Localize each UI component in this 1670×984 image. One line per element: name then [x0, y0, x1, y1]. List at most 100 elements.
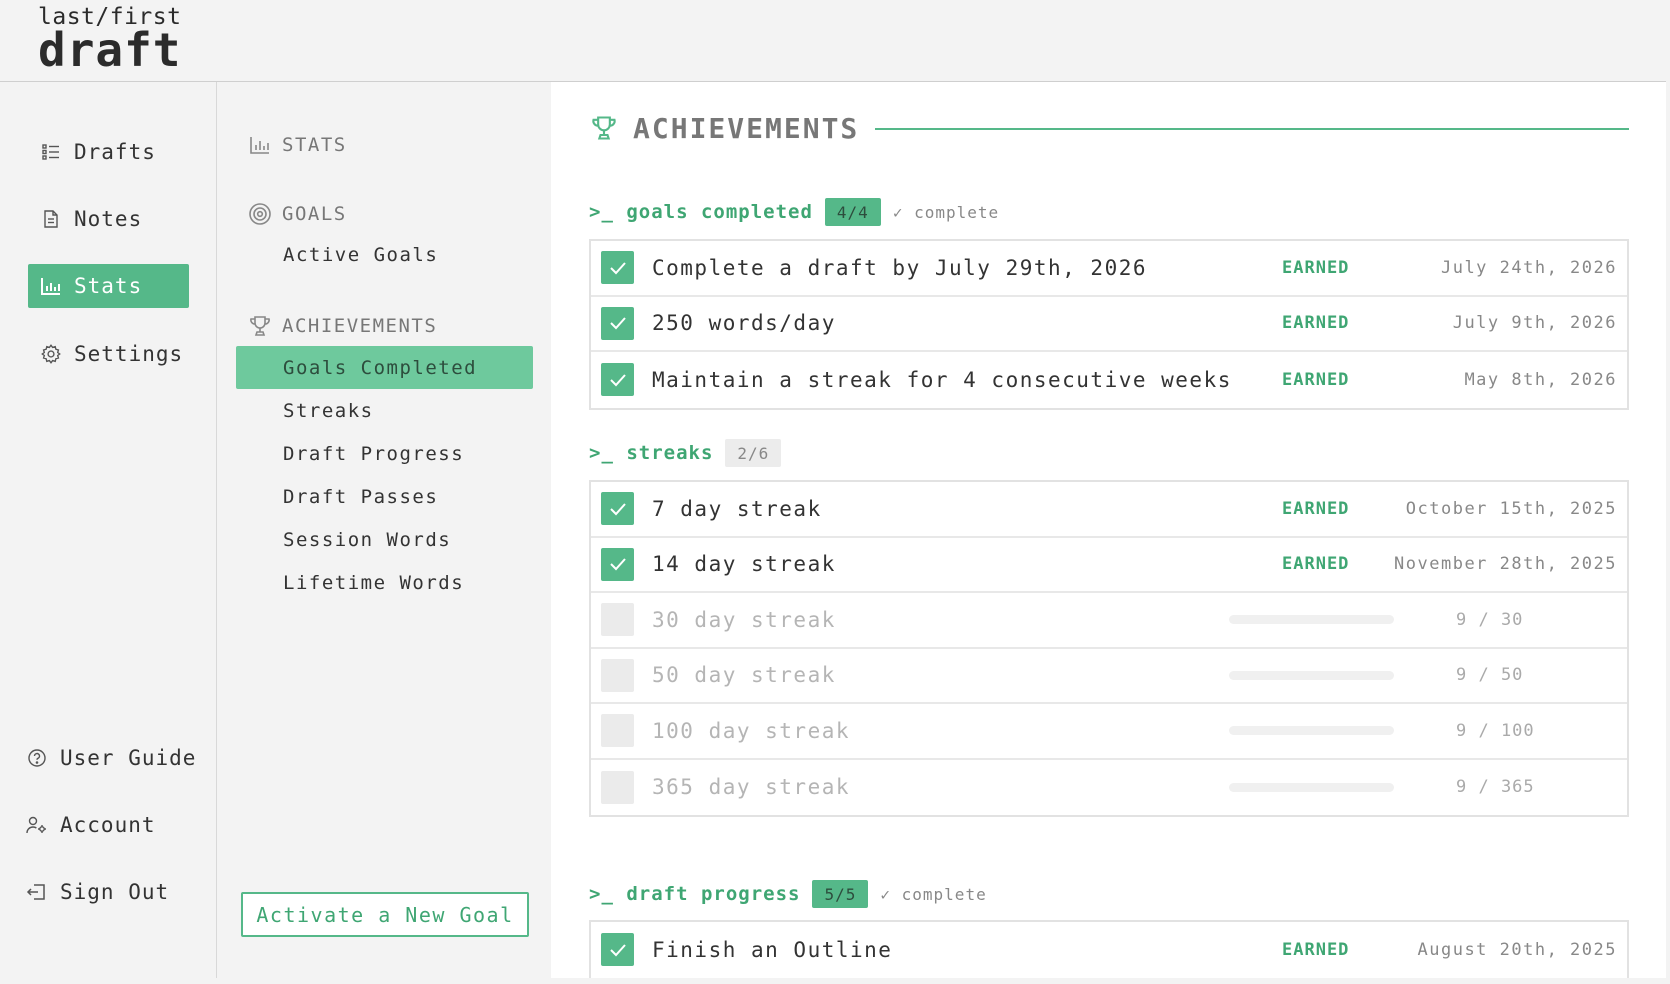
- sub-item-streaks[interactable]: Streaks: [236, 389, 533, 432]
- document-icon: [40, 208, 62, 230]
- progress-text: 9 / 365: [1456, 777, 1535, 798]
- achievement-title: Complete a draft by July 29th, 2026: [652, 255, 1148, 280]
- check-icon: [609, 944, 626, 957]
- achievement-checkbox[interactable]: [601, 251, 634, 285]
- nav-label: Drafts: [74, 140, 156, 164]
- earned-label: EARNED: [1282, 554, 1350, 575]
- nav-item-user-guide[interactable]: User Guide: [26, 736, 201, 780]
- trophy-icon: [248, 314, 272, 338]
- group-title: >_ draft progress: [589, 883, 801, 905]
- section-stats[interactable]: STATS: [248, 131, 347, 159]
- achievement-row: Complete a draft by July 29th, 2026 EARN…: [591, 241, 1627, 297]
- earned-date: November 28th, 2025: [1394, 554, 1617, 575]
- nav-label: Sign Out: [60, 880, 170, 904]
- title-divider: [875, 128, 1629, 130]
- achievement-checkbox[interactable]: [601, 770, 634, 804]
- nav-item-sign-out[interactable]: Sign Out: [26, 870, 201, 914]
- sign-out-icon: [26, 881, 48, 903]
- page-title: ACHIEVEMENTS: [633, 111, 860, 145]
- sub-item-session-words[interactable]: Session Words: [236, 518, 533, 561]
- progress-bar: [1229, 615, 1394, 625]
- achievement-row: 30 day streak 9 / 30: [591, 593, 1627, 649]
- complete-note: ✓ complete: [892, 202, 1000, 222]
- help-icon: [26, 747, 48, 769]
- sub-item-label: Session Words: [283, 528, 452, 551]
- check-icon: [609, 503, 626, 516]
- nav-item-drafts[interactable]: Drafts: [28, 130, 189, 174]
- achievement-checkbox[interactable]: [601, 603, 634, 637]
- achievement-title: 14 day streak: [652, 552, 836, 577]
- achievement-row: 100 day streak 9 / 100: [591, 704, 1627, 760]
- achievement-title: 7 day streak: [652, 496, 822, 521]
- nav-item-stats[interactable]: Stats: [28, 264, 189, 308]
- count-badge: 2/6: [725, 439, 782, 467]
- user-settings-icon: [26, 814, 48, 836]
- nav-item-settings[interactable]: Settings: [28, 332, 189, 376]
- achievement-checkbox[interactable]: [601, 492, 634, 526]
- achievement-title: 250 words/day: [652, 311, 836, 336]
- section-goals[interactable]: GOALS: [248, 200, 347, 228]
- achievement-title: 100 day streak: [652, 718, 851, 743]
- check-icon: [609, 558, 626, 571]
- achievement-row: Maintain a streak for 4 consecutive week…: [591, 352, 1627, 408]
- sub-item-lifetime-words[interactable]: Lifetime Words: [236, 561, 533, 604]
- achievement-checkbox[interactable]: [601, 933, 634, 967]
- progress-text: 9 / 30: [1456, 609, 1524, 630]
- bar-chart-icon: [248, 133, 272, 157]
- sub-item-draft-passes[interactable]: Draft Passes: [236, 475, 533, 518]
- nav-item-account[interactable]: Account: [26, 803, 201, 847]
- achievement-row: 365 day streak 9 / 365: [591, 760, 1627, 816]
- earned-label: EARNED: [1282, 313, 1350, 334]
- achievement-checkbox[interactable]: [601, 658, 634, 692]
- achievement-card-draft-progress: Finish an Outline EARNED August 20th, 20…: [589, 920, 1629, 978]
- achievement-row: 7 day streak EARNED October 15th, 2025: [591, 482, 1627, 538]
- achievement-title: 50 day streak: [652, 663, 836, 688]
- check-icon: [609, 374, 626, 387]
- nav-label: Notes: [74, 207, 143, 231]
- secondary-sidebar: STATS GOALS Active Goals ACHIEVEMENTS Go…: [218, 82, 551, 978]
- achievement-checkbox[interactable]: [601, 363, 634, 397]
- sub-item-goals-completed[interactable]: Goals Completed: [236, 346, 533, 389]
- sub-item-draft-progress[interactable]: Draft Progress: [236, 432, 533, 475]
- sub-item-active-goals[interactable]: Active Goals: [236, 233, 533, 276]
- progress-bar: [1229, 782, 1394, 792]
- achievement-title: 30 day streak: [652, 607, 836, 632]
- activate-new-goal-button[interactable]: Activate a New Goal: [241, 892, 529, 937]
- check-icon: [609, 262, 626, 275]
- sub-item-label: Active Goals: [283, 243, 439, 266]
- earned-date: August 20th, 2025: [1417, 939, 1617, 960]
- bar-chart-icon: [40, 275, 62, 297]
- progress-bar: [1229, 726, 1394, 736]
- gear-icon: [40, 343, 62, 365]
- group-title: >_ goals completed: [589, 201, 813, 223]
- group-header-draft-progress: >_ draft progress 5/5 ✓ complete: [589, 880, 987, 908]
- trophy-icon: [589, 113, 619, 143]
- sub-item-label: Draft Passes: [283, 485, 439, 508]
- achievement-title: Maintain a streak for 4 consecutive week…: [652, 367, 1232, 392]
- achievement-checkbox[interactable]: [601, 306, 634, 340]
- section-label: ACHIEVEMENTS: [282, 315, 438, 337]
- sub-item-label: Goals Completed: [283, 356, 478, 379]
- complete-note: ✓ complete: [880, 884, 987, 904]
- nav-item-notes[interactable]: Notes: [28, 197, 189, 241]
- earned-date: July 9th, 2026: [1452, 313, 1617, 334]
- section-achievements[interactable]: ACHIEVEMENTS: [248, 312, 437, 340]
- check-icon: [609, 317, 626, 330]
- nav-label: Settings: [74, 342, 184, 366]
- achievement-title: Finish an Outline: [652, 937, 893, 962]
- progress-text: 9 / 50: [1456, 665, 1524, 686]
- group-header-streaks: >_ streaks 2/6: [589, 439, 782, 467]
- earned-date: May 8th, 2026: [1464, 369, 1617, 390]
- logo[interactable]: last/first draft: [38, 6, 181, 74]
- achievement-checkbox[interactable]: [601, 547, 634, 581]
- primary-sidebar: Drafts Notes Stats Settings User Guide A…: [0, 82, 217, 978]
- achievement-title: 365 day streak: [652, 775, 851, 800]
- earned-date: October 15th, 2025: [1405, 498, 1617, 519]
- earned-label: EARNED: [1282, 498, 1350, 519]
- achievement-checkbox[interactable]: [601, 714, 634, 748]
- target-icon: [248, 202, 272, 226]
- section-label: STATS: [282, 134, 347, 156]
- earned-label: EARNED: [1282, 939, 1350, 960]
- group-header-goals-completed: >_ goals completed 4/4 ✓ complete: [589, 198, 999, 226]
- achievement-row: 14 day streak EARNED November 28th, 2025: [591, 538, 1627, 593]
